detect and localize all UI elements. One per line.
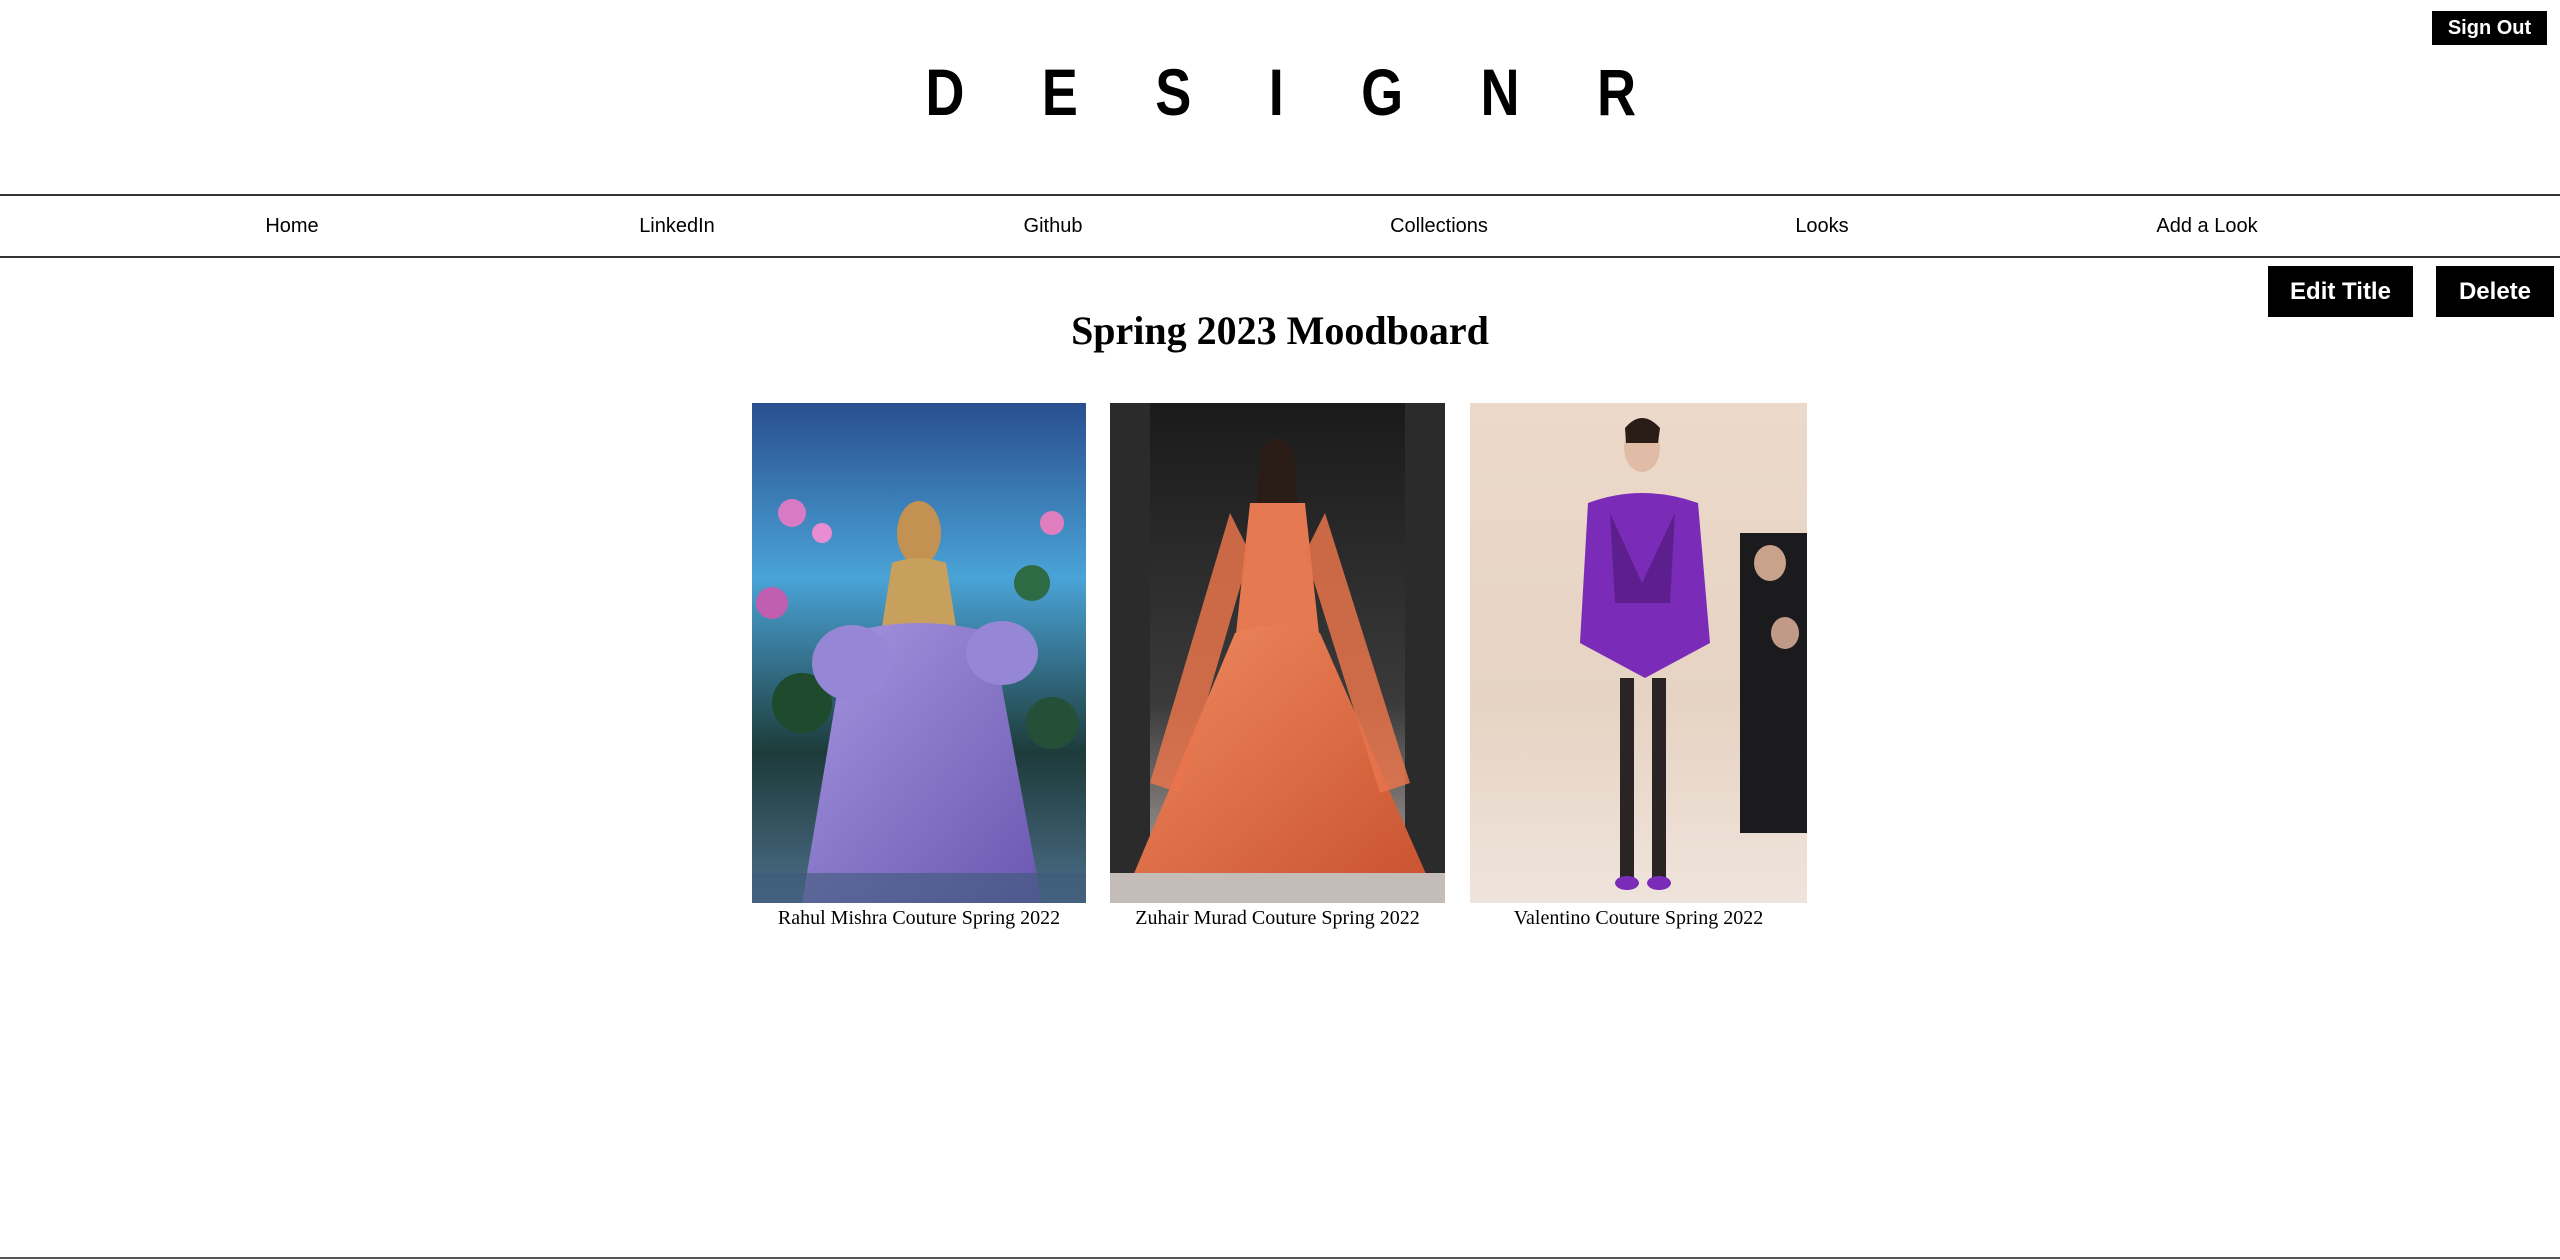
look-caption: Rahul Mishra Couture Spring 2022 (777, 907, 1061, 929)
nav-add-a-look[interactable]: Add a Look (2107, 196, 2307, 256)
nav-collections[interactable]: Collections (1339, 196, 1539, 256)
look-card[interactable]: Valentino Couture Spring 2022 (1470, 403, 1807, 930)
look-caption: Valentino Couture Spring 2022 (1513, 907, 1764, 929)
look-card[interactable]: Rahul Mishra Couture Spring 2022 (752, 403, 1086, 930)
nav-looks[interactable]: Looks (1722, 196, 1922, 256)
main-nav: Home LinkedIn Github Collections Looks A… (0, 194, 2560, 258)
sign-out-button[interactable]: Sign Out (2432, 11, 2547, 45)
look-image[interactable] (1470, 403, 1807, 903)
nav-home[interactable]: Home (192, 196, 392, 256)
look-card[interactable]: Zuhair Murad Couture Spring 2022 (1110, 403, 1445, 930)
site-logo[interactable]: D E S I G N R (231, 54, 2330, 130)
look-image[interactable] (1110, 403, 1445, 903)
look-caption: Zuhair Murad Couture Spring 2022 (1135, 907, 1420, 929)
look-image[interactable] (752, 403, 1086, 903)
moodboard-title: Spring 2023 Moodboard (1071, 308, 1489, 353)
page-bottom-border (0, 1257, 2560, 1259)
nav-github[interactable]: Github (953, 196, 1153, 256)
nav-linkedin[interactable]: LinkedIn (577, 196, 777, 256)
